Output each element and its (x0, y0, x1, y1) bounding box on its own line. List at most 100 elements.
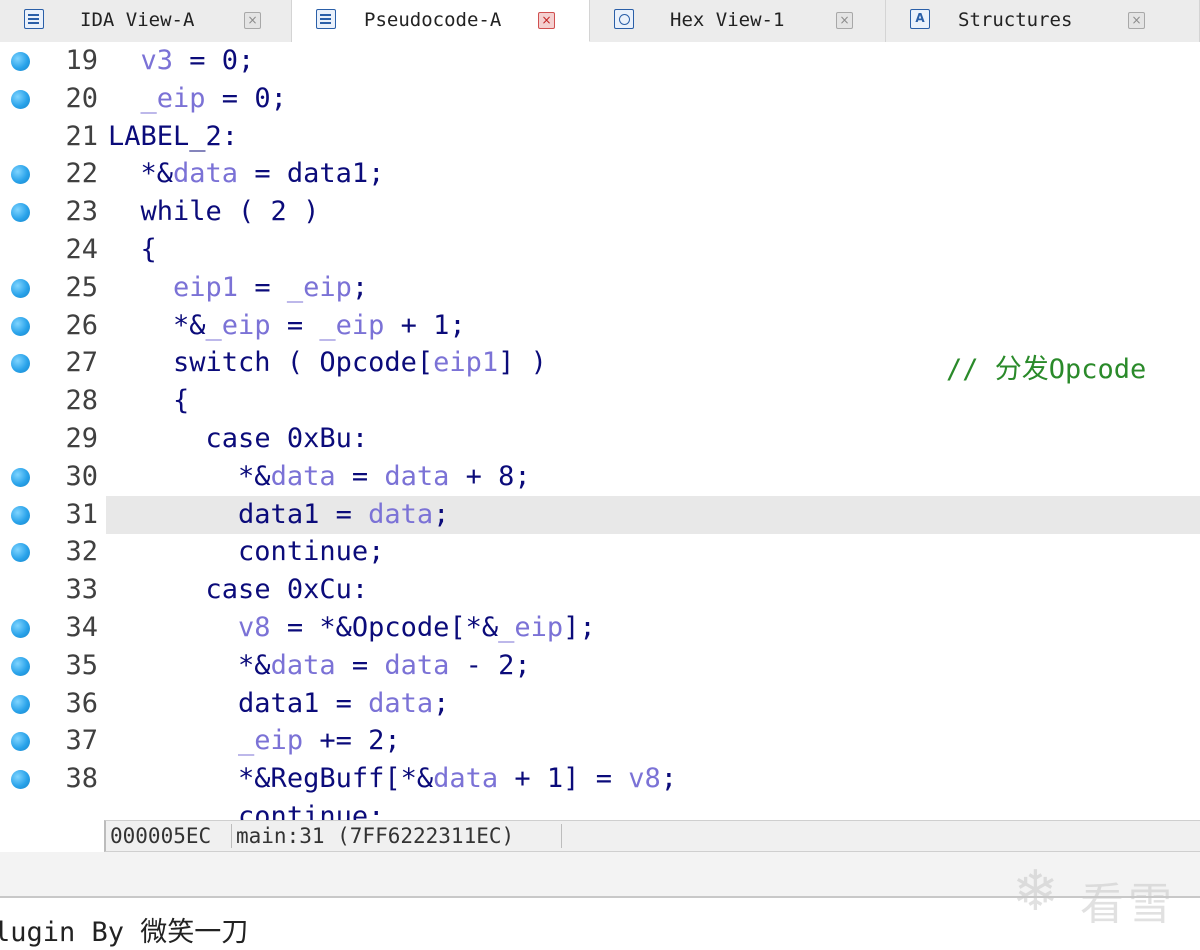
document-icon (316, 9, 336, 29)
code-text[interactable]: switch ( Opcode[eip1] ) (108, 347, 547, 378)
line-number: 19 (65, 45, 98, 76)
code-text[interactable]: _eip = 0; (108, 83, 287, 114)
close-icon[interactable]: × (836, 12, 853, 29)
code-line[interactable]: continue; (0, 798, 1200, 820)
code-text[interactable]: { (108, 385, 189, 416)
gutter-spacer (0, 820, 104, 852)
code-line[interactable]: 34 v8 = *&Opcode[*&_eip]; (0, 609, 1200, 647)
code-text[interactable]: { (108, 234, 157, 265)
code-text[interactable]: *&data = data + 8; (108, 461, 531, 492)
line-number: 30 (65, 461, 98, 492)
code-line[interactable]: 36 data1 = data; (0, 685, 1200, 723)
line-number: 29 (65, 423, 98, 454)
breakpoint-dot-icon[interactable] (11, 90, 30, 109)
code-text[interactable]: v8 = *&Opcode[*&_eip]; (108, 612, 596, 643)
line-number: 20 (65, 83, 98, 114)
line-number: 34 (65, 612, 98, 643)
status-separator (231, 824, 232, 848)
code-line[interactable]: 33 case 0xCu: (0, 571, 1200, 609)
breakpoint-dot-icon[interactable] (11, 695, 30, 714)
code-text[interactable]: continue; (108, 536, 384, 567)
code-line[interactable]: 26 *&_eip = _eip + 1; (0, 307, 1200, 345)
breakpoint-dot-icon[interactable] (11, 657, 30, 676)
breakpoint-dot-icon[interactable] (11, 279, 30, 298)
tab-label: IDA View-A (80, 9, 195, 31)
line-number: 25 (65, 272, 98, 303)
structures-icon: A (910, 9, 930, 29)
pseudocode-view[interactable]: 19 v3 = 0; 20 _eip = 0; 21 LABEL_2: 22 *&dat… (0, 42, 1200, 820)
watermark-text: 看雪 (1080, 879, 1176, 930)
breakpoint-dot-icon[interactable] (11, 165, 30, 184)
code-line[interactable]: 27 switch ( Opcode[eip1] ) // 分发Opcode (0, 344, 1200, 385)
code-line[interactable]: 22 *&data = data1; (0, 155, 1200, 193)
breakpoint-dot-icon[interactable] (11, 317, 30, 336)
code-line[interactable]: 20 _eip = 0; (0, 80, 1200, 118)
close-icon[interactable]: × (1128, 12, 1145, 29)
line-number: 38 (65, 763, 98, 794)
breakpoint-dot-icon[interactable] (11, 732, 30, 751)
code-line[interactable]: 31 data1 = data; (0, 496, 1200, 534)
line-number: 22 (65, 158, 98, 189)
tab-label: Hex View-1 (670, 9, 785, 31)
tab-hex-view-1[interactable]: Hex View-1 × (590, 0, 886, 42)
code-line[interactable]: 29 case 0xBu: (0, 420, 1200, 458)
line-number: 23 (65, 196, 98, 227)
code-line[interactable]: 38 *&RegBuff[*&data + 1] = v8; (0, 760, 1200, 798)
tab-structures[interactable]: A Structures × (886, 0, 1200, 42)
snowflake-icon: ❄ (1012, 859, 1059, 924)
line-number: 24 (65, 234, 98, 265)
breakpoint-dot-icon[interactable] (11, 52, 30, 71)
code-line[interactable]: 28 { (0, 382, 1200, 420)
code-text[interactable]: *&data = data1; (108, 158, 385, 189)
code-line[interactable]: 24 { (0, 231, 1200, 269)
watermark: ❄ 看雪 (1008, 859, 1188, 931)
code-line[interactable]: 25 eip1 = _eip; (0, 269, 1200, 307)
line-number: 26 (65, 310, 98, 341)
line-number: 31 (65, 499, 98, 530)
code-text[interactable]: eip1 = _eip; (108, 272, 368, 303)
close-icon[interactable]: × (538, 12, 555, 29)
code-text[interactable]: case 0xBu: (108, 423, 369, 454)
line-number: 33 (65, 574, 98, 605)
code-comment: // 分发Opcode (946, 354, 1147, 385)
status-address: 000005EC (110, 824, 212, 848)
code-line[interactable]: 32 continue; (0, 533, 1200, 571)
tab-ida-view-a[interactable]: IDA View-A × (0, 0, 292, 42)
breakpoint-dot-icon[interactable] (11, 354, 30, 373)
breakpoint-dot-icon[interactable] (11, 468, 30, 487)
tab-pseudocode-a[interactable]: Pseudocode-A × (292, 0, 590, 42)
line-number: 21 (65, 121, 98, 152)
status-location: main:31 (7FF6222311EC) (236, 824, 515, 848)
code-line[interactable]: 19 v3 = 0; (0, 42, 1200, 80)
code-text[interactable]: LABEL_2: (108, 121, 238, 152)
code-text[interactable]: *&data = data - 2; (108, 650, 531, 681)
code-line[interactable]: 37 _eip += 2; (0, 722, 1200, 760)
code-line[interactable]: 35 *&data = data - 2; (0, 647, 1200, 685)
line-number: 36 (65, 688, 98, 719)
code-text[interactable]: v3 = 0; (108, 45, 255, 76)
code-line[interactable]: 23 while ( 2 ) (0, 193, 1200, 231)
breakpoint-dot-icon[interactable] (11, 770, 30, 789)
status-bar: 000005EC main:31 (7FF6222311EC) (104, 820, 1200, 852)
breakpoint-dot-icon[interactable] (11, 506, 30, 525)
code-text[interactable]: data1 = data; (108, 688, 449, 719)
breakpoint-dot-icon[interactable] (11, 543, 30, 562)
line-number: 32 (65, 536, 98, 567)
breakpoint-dot-icon[interactable] (11, 619, 30, 638)
code-text[interactable]: data1 = data; (108, 499, 449, 530)
code-text[interactable]: *&_eip = _eip + 1; (108, 310, 466, 341)
line-number: 28 (65, 385, 98, 416)
code-text[interactable]: continue; (108, 801, 384, 820)
code-text[interactable]: case 0xCu: (108, 574, 369, 605)
breakpoint-dot-icon[interactable] (11, 203, 30, 222)
line-number: 35 (65, 650, 98, 681)
output-line: lugin By 微笑一刀 (0, 917, 249, 948)
code-text[interactable]: while ( 2 ) (108, 196, 320, 227)
tab-bar: IDA View-A × Pseudocode-A × Hex View-1 × A Stru… (0, 0, 1200, 42)
code-text[interactable]: *&RegBuff[*&data + 1] = v8; (108, 763, 677, 794)
code-text[interactable]: _eip += 2; (108, 725, 401, 756)
code-line[interactable]: 21 LABEL_2: (0, 118, 1200, 156)
tab-label: Pseudocode-A (364, 9, 502, 31)
close-icon[interactable]: × (244, 12, 261, 29)
code-line[interactable]: 30 *&data = data + 8; (0, 458, 1200, 496)
